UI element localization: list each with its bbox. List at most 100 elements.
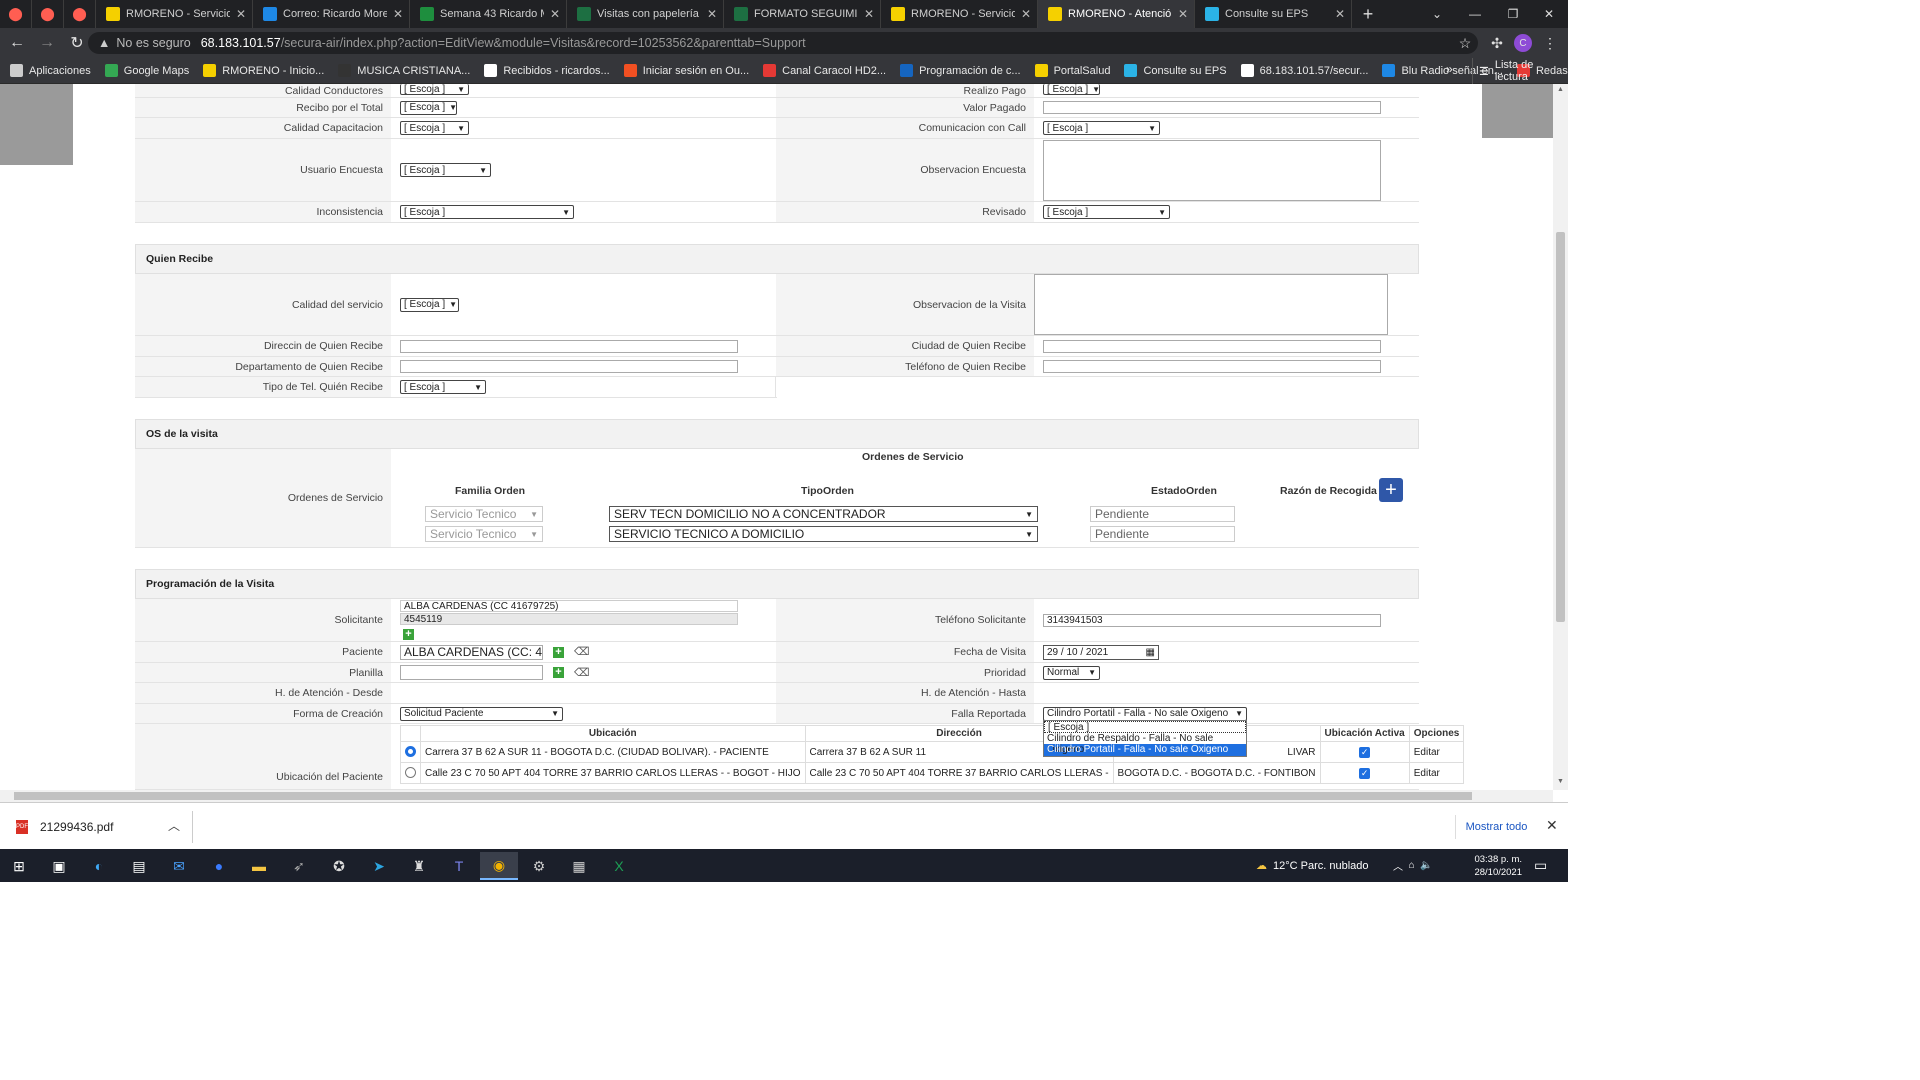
minimize-button[interactable]: — (1456, 0, 1494, 28)
ubicacion-radio[interactable] (405, 746, 416, 758)
revisado-select[interactable]: [ Escoja ] ▼ (1043, 205, 1170, 219)
store-icon[interactable]: ▤ (120, 852, 158, 880)
restore-button[interactable]: ❐ (1494, 0, 1532, 28)
close-downloads-icon[interactable]: ✕ (1546, 817, 1558, 834)
telefono-solicitante-input[interactable]: 3143941503 (1043, 613, 1381, 627)
more-bookmarks-button[interactable]: » (1446, 62, 1453, 76)
bookmark-item[interactable]: 68.183.101.57/secur... (1240, 64, 1368, 77)
dropdown-option[interactable]: [ Escoja ] (1044, 721, 1246, 733)
solicitante-code-option[interactable]: 4545119 (400, 613, 738, 625)
comunicacion-call-select[interactable]: [ Escoja ] ▼ (1043, 121, 1160, 135)
star-icon[interactable]: ☆ (1455, 33, 1475, 53)
file-explorer-icon[interactable]: ▬ (240, 852, 278, 880)
bookmark-item[interactable]: Aplicaciones (10, 64, 91, 77)
direccion-input[interactable] (400, 339, 738, 353)
excel-icon[interactable]: X (600, 852, 638, 880)
close-tab-icon[interactable]: ✕ (707, 7, 717, 21)
inconsistencia-select[interactable]: [ Escoja ] ▼ (400, 205, 574, 219)
falla-reportada-select[interactable]: Cilindro Portatil - Falla - No sale Oxig… (1043, 706, 1247, 721)
usuario-encuesta-select[interactable]: [ Escoja ] ▼ (400, 163, 491, 177)
close-tab-icon[interactable]: ✕ (864, 7, 874, 21)
valor-pagado-input[interactable] (1043, 101, 1381, 114)
browser-tab[interactable]: RMORENO - Servicio a l ✕ (881, 0, 1038, 28)
chrome-icon[interactable]: ◉ (480, 852, 518, 880)
vertical-scroll-thumb[interactable] (1556, 232, 1565, 622)
ubicacion-activa-checkbox[interactable]: ✓ (1359, 746, 1371, 758)
close-tab-icon[interactable]: ✕ (1335, 7, 1345, 21)
browser-tab[interactable]: RMORENO - Servicio a l ✕ (96, 0, 253, 28)
prioridad-select[interactable]: Normal ▼ (1043, 665, 1100, 680)
forma-creacion-select[interactable]: Solicitud Paciente ▼ (400, 706, 563, 721)
forward-button[interactable]: → (34, 34, 60, 52)
edge-icon[interactable]: ◐ (80, 852, 118, 880)
download-filename[interactable]: 21299436.pdf (40, 820, 113, 834)
browser-tab[interactable]: FORMATO SEGUIMIENT ✕ (724, 0, 881, 28)
tipo-orden-select[interactable]: SERV TECN DOMICILIO NO A CONCENTRADOR ▼ (609, 506, 1038, 522)
bookmark-item[interactable]: Google Maps (104, 64, 189, 77)
ubicacion-activa-checkbox[interactable]: ✓ (1359, 767, 1371, 779)
paciente-input[interactable]: ALBA CARDENAS (CC: 416 (400, 644, 543, 660)
bookmark-item[interactable]: MUSICA CRISTIANA... (338, 64, 470, 77)
close-window-button[interactable]: ✕ (1530, 0, 1568, 28)
dropdown-option[interactable]: Cilindro de Respaldo - Falla - No sale O… (1044, 733, 1246, 756)
back-button[interactable]: ← (4, 34, 30, 52)
bookmark-item[interactable]: PortalSalud (1034, 64, 1110, 77)
fecha-visita-input[interactable]: 29 / 10 / 2021 ▦ (1043, 644, 1159, 660)
calidad-conductores-select[interactable]: [ Escoja ] ▼ (400, 84, 469, 95)
show-all-button[interactable]: Mostrar todo (1455, 815, 1537, 839)
add-order-button[interactable]: + (1379, 478, 1403, 502)
reload-button[interactable]: ↻ (64, 33, 90, 53)
familia-orden-select[interactable]: Servicio Tecnico ▼ (425, 506, 543, 522)
browser-tab[interactable]: Consulte su EPS ✕ (1195, 0, 1352, 28)
scroll-up-icon[interactable]: ▲ (1557, 86, 1564, 93)
calidad-capacitacion-select[interactable]: [ Escoja ] ▼ (400, 121, 469, 135)
add-planilla-icon[interactable]: + (553, 667, 564, 678)
recibo-total-select[interactable]: [ Escoja ] ▼ (400, 100, 457, 115)
clear-paciente-icon[interactable]: ⌫ (574, 646, 590, 658)
telegram-icon[interactable]: ➤ (360, 852, 398, 880)
solicitante-name-option[interactable]: ALBA CARDENAS (CC 41679725) (400, 600, 738, 612)
browser-tab[interactable]: Visitas con papelería ma ✕ (567, 0, 724, 28)
notifications-icon[interactable]: ▭ (1534, 849, 1547, 882)
bookmark-item[interactable]: RMORENO - Inicio... (203, 64, 324, 77)
scroll-down-icon[interactable]: ▼ (1557, 778, 1564, 785)
close-tab-icon[interactable]: ✕ (1178, 7, 1188, 21)
task-view-icon[interactable]: ▣ (40, 852, 78, 880)
app-icon[interactable]: ✪ (320, 852, 358, 880)
observacion-encuesta-textarea[interactable] (1043, 139, 1381, 201)
horizontal-scroll-thumb[interactable] (14, 792, 1472, 800)
bookmark-item[interactable]: Consulte su EPS (1124, 64, 1227, 77)
browser-tab[interactable]: RMORENO - Atención a ✕ (1038, 0, 1195, 28)
add-solicitante-icon[interactable]: + (403, 629, 414, 640)
calculator-icon[interactable]: ▦ (560, 852, 598, 880)
tab-search-icon[interactable]: ⌄ (1418, 0, 1456, 28)
reading-list-button[interactable]: ☰ Lista de lectura (1472, 58, 1568, 84)
close-tab-icon[interactable]: ✕ (236, 7, 246, 21)
browser-tab[interactable]: Correo: Ricardo Moreno ✕ (253, 0, 410, 28)
familia-orden-select[interactable]: Servicio Tecnico ▼ (425, 526, 543, 542)
app-icon[interactable]: ♜ (400, 852, 438, 880)
browser-tab[interactable]: Semana 43 Ricardo Mor ✕ (410, 0, 567, 28)
mail-icon[interactable]: ✉ (160, 852, 198, 880)
bookmark-item[interactable]: Programación de c... (900, 64, 1021, 77)
chevron-up-icon[interactable]: ︿ (168, 817, 180, 834)
editar-link[interactable]: Editar (1408, 741, 1465, 763)
observacion-visita-textarea[interactable] (1034, 274, 1388, 335)
extensions-icon[interactable]: ✣ (1487, 33, 1507, 53)
app-icon[interactable]: ⚙ (520, 852, 558, 880)
clear-planilla-icon[interactable]: ⌫ (574, 667, 590, 679)
close-tab-icon[interactable]: ✕ (550, 7, 560, 21)
ciudad-input[interactable] (1043, 339, 1381, 353)
system-tray[interactable]: ︿ ⌂ 🔈 (1393, 849, 1433, 882)
planilla-input[interactable] (400, 665, 543, 680)
close-tab-icon[interactable]: ✕ (1021, 7, 1031, 21)
teams-icon[interactable]: T (440, 852, 478, 880)
bookmark-item[interactable]: Recibidos - ricardos... (484, 64, 610, 77)
editar-link[interactable]: Editar (1408, 762, 1465, 784)
tipo-orden-select[interactable]: SERVICIO TECNICO A DOMICILIO ▼ (609, 526, 1038, 542)
pinned-tab-2[interactable]: ⬤ (32, 0, 64, 28)
departamento-input[interactable] (400, 360, 738, 373)
profile-avatar[interactable]: C (1514, 34, 1532, 52)
menu-icon[interactable]: ⋮ (1540, 33, 1560, 53)
realizo-pago-select[interactable]: [ Escoja ] ▼ (1043, 84, 1100, 95)
